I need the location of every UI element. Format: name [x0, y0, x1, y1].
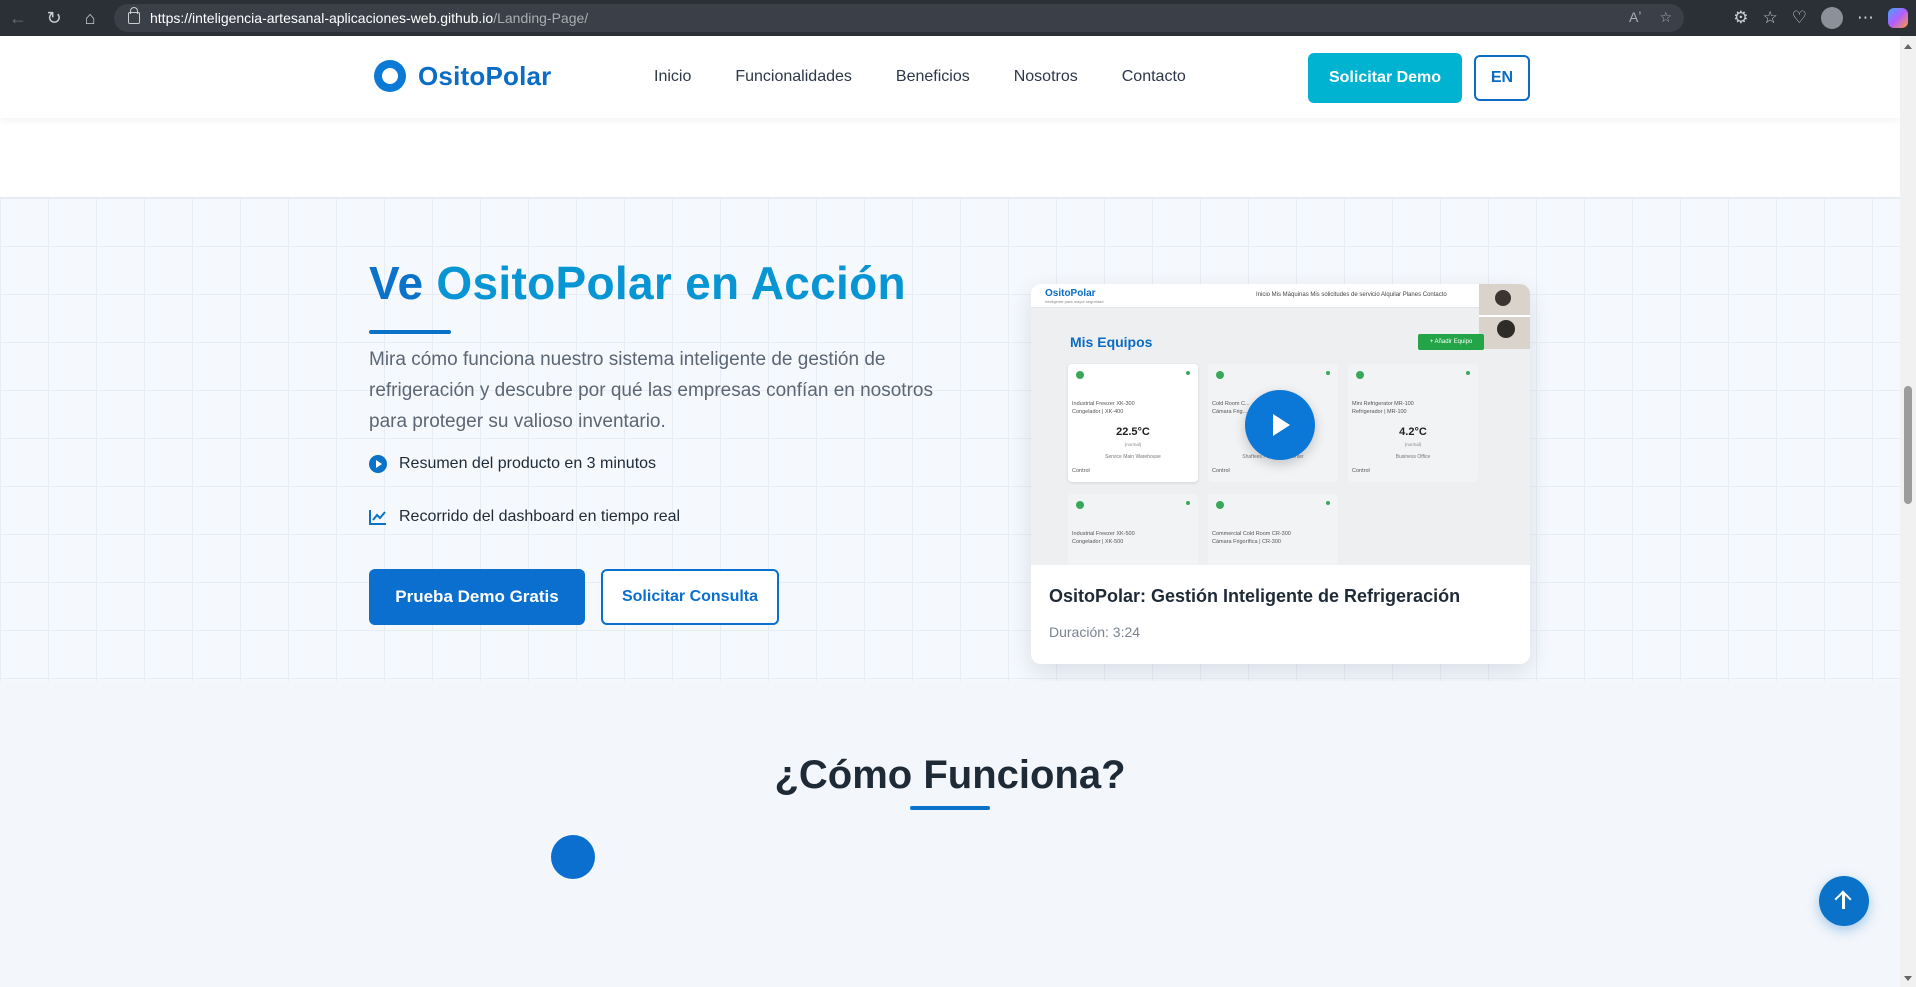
- home-icon[interactable]: ⌂: [72, 0, 108, 36]
- chart-line-icon: [369, 509, 387, 525]
- title-underline: [910, 806, 990, 810]
- url-text: https://inteligencia-artesanal-aplicacio…: [150, 10, 589, 26]
- nav-contacto[interactable]: Contacto: [1122, 68, 1186, 86]
- scroll-down-icon[interactable]: [1904, 976, 1912, 981]
- favorites-icon[interactable]: ☆: [1763, 8, 1778, 28]
- video-thumbnail[interactable]: OsitoPolar Inteligente para mayor seguri…: [1031, 284, 1530, 565]
- how-it-works-section: ¿Cómo Funciona?: [0, 681, 1900, 987]
- nav-nosotros[interactable]: Nosotros: [1014, 68, 1078, 86]
- preview-equipment-card: Mini Refrigerator MR-100 Refrigerador | …: [1348, 364, 1478, 482]
- nav-inicio[interactable]: Inicio: [654, 68, 691, 86]
- nav-beneficios[interactable]: Beneficios: [896, 68, 970, 86]
- page-scrollbar[interactable]: [1900, 36, 1916, 987]
- preview-add-button: + Añadir Equipo: [1418, 334, 1484, 350]
- browser-toolbar: ← ↻ ⌂ https://inteligencia-artesanal-apl…: [0, 0, 1916, 36]
- section-title: Ve OsitoPolar en Acción: [369, 257, 906, 309]
- scroll-up-icon[interactable]: [1904, 44, 1912, 49]
- preview-equipment-card: Commercial Cold Room CR-300 Cámara Frigo…: [1208, 494, 1338, 565]
- page-viewport: OsitoPolar Inicio Funcionalidades Benefi…: [0, 36, 1900, 987]
- how-it-works-title: ¿Cómo Funciona?: [774, 753, 1126, 797]
- site-header: OsitoPolar Inicio Funcionalidades Benefi…: [0, 36, 1900, 118]
- video-title: OsitoPolar: Gestión Inteligente de Refri…: [1049, 586, 1461, 606]
- preview-section-title: Mis Equipos: [1070, 334, 1153, 350]
- lock-icon: [128, 7, 140, 24]
- webcam-overlay: [1479, 284, 1530, 349]
- request-demo-button[interactable]: Solicitar Demo: [1308, 53, 1462, 103]
- read-aloud-icon[interactable]: Aʼ: [1629, 9, 1641, 26]
- title-underline: [369, 330, 451, 334]
- nav-funcionalidades[interactable]: Funcionalidades: [735, 68, 852, 86]
- preview-equipment-card: Industrial Freezer XK-500 Congelador | X…: [1068, 494, 1198, 565]
- back-icon[interactable]: ←: [0, 0, 36, 36]
- demo-video-section: Ve OsitoPolar en Acción Mira cómo funcio…: [0, 197, 1900, 681]
- main-nav: Inicio Funcionalidades Beneficios Nosotr…: [654, 68, 1186, 86]
- feature-item-dashboard: Recorrido del dashboard en tiempo real: [369, 508, 680, 526]
- preview-subtitle: Inteligente para mayor seguridad: [1045, 299, 1104, 304]
- more-icon[interactable]: ⋯: [1857, 8, 1874, 28]
- feature-label: Resumen del producto en 3 minutos: [399, 455, 657, 472]
- request-consultation-button[interactable]: Solicitar Consulta: [601, 569, 779, 625]
- language-toggle-button[interactable]: EN: [1474, 55, 1530, 101]
- scrollbar-thumb[interactable]: [1904, 386, 1912, 504]
- preview-nav: Inicio Mis Máquinas Mis solicitudes de s…: [1256, 292, 1447, 298]
- feature-label: Recorrido del dashboard en tiempo real: [399, 508, 681, 525]
- address-bar[interactable]: https://inteligencia-artesanal-aplicacio…: [114, 4, 1684, 32]
- copilot-icon[interactable]: [1888, 8, 1908, 28]
- play-icon[interactable]: [1245, 390, 1315, 460]
- section-description: Mira cómo funciona nuestro sistema intel…: [369, 349, 933, 432]
- preview-equipment-card: Industrial Freezer XK-300 Congelador | X…: [1068, 364, 1198, 482]
- logo-text: OsitoPolar: [418, 60, 552, 91]
- feature-item-summary: Resumen del producto en 3 minutos: [369, 455, 656, 473]
- video-duration: Duración: 3:24: [1049, 624, 1141, 640]
- logo-icon: [374, 60, 406, 92]
- preview-header: OsitoPolar Inteligente para mayor seguri…: [1031, 284, 1530, 308]
- back-to-top-icon[interactable]: [1819, 876, 1869, 926]
- play-circle-icon: [369, 455, 387, 473]
- free-demo-button[interactable]: Prueba Demo Gratis: [369, 569, 585, 625]
- favorite-icon[interactable]: ☆: [1659, 9, 1672, 26]
- preview-brand: OsitoPolar: [1045, 288, 1096, 299]
- profile-icon[interactable]: [1821, 7, 1843, 29]
- refresh-icon[interactable]: ↻: [36, 0, 72, 36]
- step-icon: [551, 835, 595, 879]
- logo[interactable]: OsitoPolar: [374, 60, 551, 92]
- extensions-icon[interactable]: ⚙: [1733, 8, 1748, 28]
- health-icon[interactable]: ♡: [1792, 8, 1807, 28]
- video-card[interactable]: OsitoPolar Inteligente para mayor seguri…: [1031, 284, 1530, 664]
